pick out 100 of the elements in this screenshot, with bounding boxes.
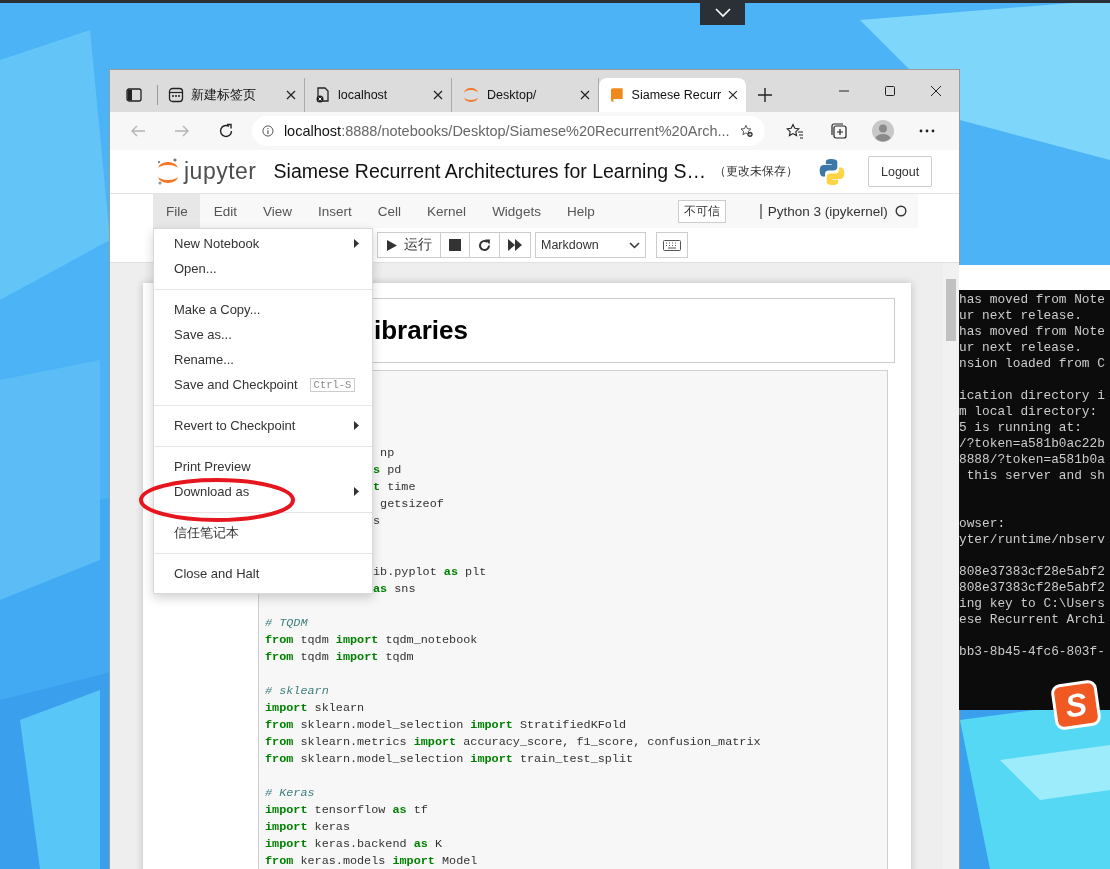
menu-item[interactable]: Edit	[200, 194, 250, 228]
code-line: # Keras	[265, 786, 315, 800]
terminal-line: ese Recurrent Archi	[959, 612, 1105, 627]
menu-item[interactable]: File	[153, 194, 200, 228]
jupyter-logo-icon	[156, 156, 180, 187]
info-icon[interactable]	[262, 123, 274, 139]
plus-icon	[757, 87, 773, 103]
code-line: from keras.models import Model	[265, 854, 478, 868]
keyboard-icon	[663, 239, 681, 251]
scrollbar-thumb[interactable]	[946, 279, 956, 341]
menu-item[interactable]: Kernel	[414, 194, 479, 228]
more-icon	[919, 129, 935, 133]
code-line: import tensorflow as tf	[265, 803, 428, 817]
favorites-icon	[786, 123, 804, 139]
keyboard-button[interactable]	[656, 232, 688, 258]
menu-item[interactable]: Revert to Checkpoint	[154, 413, 372, 438]
close-tab-icon[interactable]	[433, 90, 443, 100]
panel-icon	[125, 87, 142, 103]
code-line: # sklearn	[265, 684, 329, 698]
arcs-icon	[462, 86, 480, 104]
browser-tab[interactable]: Siamese Recurr	[599, 78, 746, 112]
code-line: from tqdm import tqdm_notebook	[265, 633, 478, 647]
cell-type-select[interactable]: Markdown	[535, 232, 646, 258]
code-line: getsizeof	[379, 497, 444, 511]
logout-button[interactable]: Logout	[868, 156, 933, 187]
book-icon	[609, 87, 625, 103]
terminal-line: 8888/?token=a581b0a	[959, 452, 1105, 467]
run-all-button[interactable]	[499, 232, 531, 258]
menu-item[interactable]: View	[250, 194, 305, 228]
code-line: np	[379, 446, 395, 460]
code-line: from tqdm import tqdm	[265, 650, 414, 664]
stop-icon	[449, 239, 461, 251]
forward-arrow-icon	[174, 123, 190, 139]
terminal-line: m local directory:	[959, 404, 1098, 419]
avatar-icon	[872, 120, 894, 142]
close-tab-icon[interactable]	[286, 90, 296, 100]
menu-item[interactable]: Help	[553, 194, 607, 228]
terminal-line: owser:	[959, 516, 1006, 531]
terminal-line: 808e37383cf28e5abf2	[959, 564, 1105, 579]
url-text: localhost:8888/notebooks/Desktop/Siamese%20Recurrent%20Arch...	[283, 123, 730, 139]
terminal-line: 5 is running at:	[959, 420, 1082, 435]
code-line: t time	[373, 480, 416, 494]
code-line: from sklearn.model_selection import StratifiedKFold	[265, 718, 627, 732]
terminal-line: bb3-8b45-4fc6-803f-	[959, 644, 1105, 659]
shortcut-hint: Ctrl-S	[309, 377, 356, 392]
restart-icon	[478, 238, 491, 252]
maximize-icon	[885, 86, 895, 96]
jupyter-wordmark: jupyter	[184, 158, 257, 185]
top-handle[interactable]	[700, 0, 745, 25]
close-tab-icon[interactable]	[580, 90, 590, 100]
caret-icon	[629, 241, 640, 249]
code-line: import sklearn	[265, 701, 365, 715]
add-favorite-icon[interactable]	[739, 122, 753, 140]
terminal-line: ing key to C:\Users	[959, 596, 1105, 611]
menu-item[interactable]: New Notebook	[154, 231, 372, 256]
refresh-icon	[218, 123, 234, 139]
code-line: import keras.backend as K	[265, 837, 443, 851]
kernel-name: Python 3 (ipykernel)	[759, 203, 888, 219]
close-tab-icon[interactable]	[728, 90, 738, 100]
save-status: （更改未保存）	[714, 163, 798, 180]
terminal-line: nsion loaded from C	[959, 356, 1105, 371]
menu-item[interactable]: Widgets	[479, 194, 553, 228]
terminal-line: 808e37383cf28e5abf2	[959, 580, 1105, 595]
code-line: from sklearn.metrics import accuracy_score, f1_score, confusion_matrix	[265, 735, 761, 749]
menu-item[interactable]: Close and Halt	[154, 561, 372, 586]
code-line: s	[373, 514, 381, 528]
run-button[interactable]: 运行	[377, 232, 441, 258]
back-arrow-icon	[130, 123, 146, 139]
menu-item[interactable]: Save and Checkpoint Ctrl-S	[154, 372, 372, 397]
close-icon	[931, 86, 941, 96]
code-line: as sns	[373, 582, 416, 596]
terminal-line: /?token=a581b0ac22b	[959, 436, 1105, 451]
notebook-title[interactable]: Siamese Recurrent Architectures for Learning S…	[273, 160, 706, 183]
code-line: # TQDM	[265, 616, 308, 630]
section-heading: ibraries	[374, 315, 468, 346]
submenu-arrow-icon	[354, 239, 359, 248]
menu-item[interactable]: Print Preview	[154, 454, 372, 479]
address-bar[interactable]: localhost:8888/notebooks/Desktop/Siamese%20Recurrent%20Arch...	[252, 116, 765, 146]
code-line: from sklearn.model_selection import train_test_split	[265, 752, 634, 766]
terminal-line: ication directory i	[959, 388, 1105, 403]
menu-item[interactable]: Open...	[154, 256, 372, 281]
menu-item[interactable]: Cell	[364, 194, 414, 228]
code-line: ib.pyplot as plt	[373, 565, 487, 579]
terminal-line: this server and sh	[965, 468, 1105, 483]
submenu-arrow-icon	[354, 487, 359, 496]
fast-forward-icon	[508, 239, 522, 251]
restart-button[interactable]	[469, 232, 500, 258]
menu-item[interactable]: 信任笔记本	[154, 520, 372, 545]
menu-item[interactable]: Download as	[154, 479, 372, 504]
code-line: import keras	[265, 820, 350, 834]
terminal-line: ur next release.	[959, 340, 1082, 355]
trust-badge[interactable]: 不可信	[677, 199, 726, 223]
page-error-icon	[315, 87, 331, 103]
terminal-line: ur next release.	[959, 308, 1082, 323]
stop-button[interactable]	[440, 232, 470, 258]
menu-item[interactable]: Insert	[305, 194, 364, 228]
play-icon	[386, 238, 398, 252]
code-line: s pd	[373, 463, 402, 477]
terminal-line: has moved from Note	[959, 292, 1105, 307]
collections-icon	[830, 122, 848, 140]
